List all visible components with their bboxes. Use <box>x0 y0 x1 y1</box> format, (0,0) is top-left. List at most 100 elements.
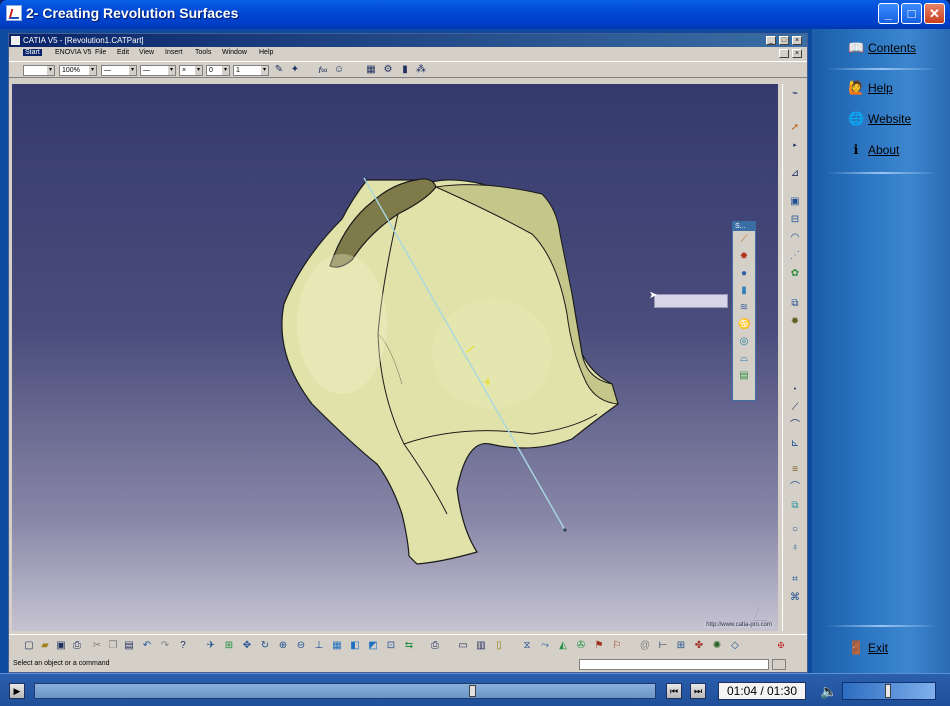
minimize-button[interactable]: _ <box>878 3 899 24</box>
select-icon[interactable]: ➚ <box>789 122 801 134</box>
axis-tool-icon[interactable]: ⟋ <box>789 402 801 414</box>
whats-this-icon[interactable]: ? <box>177 640 189 652</box>
circle-icon[interactable]: ○ <box>789 524 801 536</box>
play-button[interactable]: ▶ <box>9 683 25 699</box>
hide-show-icon[interactable]: ⊡ <box>385 640 397 652</box>
local-update-icon[interactable]: ⚑ <box>593 640 605 652</box>
close-button[interactable]: ✕ <box>924 3 945 24</box>
blend-icon[interactable]: ▤ <box>738 370 750 382</box>
menu-tools[interactable]: Tools <box>195 49 211 56</box>
lock-icon[interactable]: ▯ <box>493 640 505 652</box>
menu-window[interactable]: Window <box>222 49 247 56</box>
multiview-icon[interactable]: ▦ <box>331 640 343 652</box>
properties-icon[interactable]: ✦ <box>289 64 301 76</box>
menu-edit[interactable]: Edit <box>117 49 129 56</box>
join-icon[interactable]: ⧉ <box>789 298 801 310</box>
paste-icon[interactable]: ▤ <box>123 640 135 652</box>
menu-help[interactable]: Help <box>259 49 273 56</box>
zoom-in-icon[interactable]: ⊕ <box>277 640 289 652</box>
print-setup-icon[interactable]: ⎙ <box>429 640 441 652</box>
spline-icon[interactable]: ⌒ <box>789 420 801 432</box>
formula-icon[interactable]: f∞ <box>317 64 329 76</box>
menu-insert[interactable]: Insert <box>165 49 183 56</box>
sphere-icon[interactable]: ● <box>738 268 750 280</box>
offset-icon[interactable]: ≋ <box>738 302 750 314</box>
maximize-button[interactable]: □ <box>901 3 922 24</box>
connect-icon[interactable]: ♁ <box>789 542 801 554</box>
point-icon[interactable]: ▣ <box>789 196 801 208</box>
fit-all-icon[interactable]: ⊞ <box>223 640 235 652</box>
cut-icon[interactable]: ✂ <box>91 640 103 652</box>
linetype-combo[interactable]: — <box>101 65 137 76</box>
update-icon[interactable]: ▮ <box>399 64 411 76</box>
fill-icon[interactable]: ◎ <box>738 336 750 348</box>
analysis-tool-icon[interactable]: ⌘ <box>789 592 801 604</box>
progress-track[interactable] <box>34 683 656 699</box>
save-icon[interactable]: ▣ <box>55 640 67 652</box>
insert-body-icon[interactable]: ✇ <box>575 640 587 652</box>
copy-icon[interactable]: ❐ <box>107 640 119 652</box>
3d-viewport[interactable]: http://www.catia-pro.com ➤ <box>12 84 778 631</box>
link-icon[interactable]: @ <box>639 640 651 652</box>
space-icon[interactable]: ◇ <box>729 640 741 652</box>
doc-restore-button[interactable] <box>779 49 789 58</box>
menu-file[interactable]: File <box>95 49 106 56</box>
command-button[interactable] <box>772 659 786 670</box>
shading-icon[interactable]: ◩ <box>367 640 379 652</box>
linewidth-combo[interactable]: — <box>140 65 176 76</box>
more-icon[interactable]: ▸ <box>789 140 801 152</box>
extrude-icon[interactable]: ⟋ <box>738 234 750 246</box>
command-input[interactable] <box>579 659 769 670</box>
transform-icon[interactable]: ⧉ <box>789 500 801 512</box>
previous-button[interactable]: ⏮ <box>666 683 682 699</box>
measure-icon[interactable]: ▦ <box>365 64 377 76</box>
iso-view-icon[interactable]: ◧ <box>349 640 361 652</box>
new-icon[interactable]: ▢ <box>23 640 35 652</box>
speaker-icon[interactable]: 🔈 <box>820 683 837 700</box>
extract-icon[interactable]: ✿ <box>789 268 801 280</box>
catia-minimize-button[interactable]: _ <box>766 36 776 45</box>
boundary-icon[interactable]: ⌒ <box>789 482 801 494</box>
zoom-out-icon[interactable]: ⊖ <box>295 640 307 652</box>
volume-knob[interactable] <box>885 684 891 698</box>
painter-icon[interactable]: ✎ <box>273 64 285 76</box>
line-icon[interactable]: ⊟ <box>789 214 801 226</box>
fly-icon[interactable]: ✈ <box>205 640 217 652</box>
menu-start[interactable]: Start <box>23 49 42 56</box>
print-icon[interactable]: ⎙ <box>71 640 83 652</box>
point-symbol-combo[interactable]: × <box>179 65 203 76</box>
transparency-combo[interactable]: 100% <box>59 65 97 76</box>
plane-icon[interactable]: ◠ <box>789 232 801 244</box>
redo-icon[interactable]: ↷ <box>159 640 171 652</box>
sketch-icon[interactable]: ⊿ <box>789 168 801 180</box>
parameters-icon[interactable]: ▥ <box>475 640 487 652</box>
snap-icon[interactable]: ✤ <box>693 640 705 652</box>
catia-maximize-button[interactable]: □ <box>779 36 789 45</box>
color-combo[interactable] <box>23 65 55 76</box>
next-button[interactable]: ⏭ <box>690 683 706 699</box>
menu-enovia[interactable]: ENOVIA V5 <box>55 49 92 56</box>
cylinder-icon[interactable]: ▮ <box>738 285 750 297</box>
open-icon[interactable]: ▰ <box>39 640 51 652</box>
progress-thumb[interactable] <box>469 685 476 697</box>
table-icon[interactable]: ▭ <box>457 640 469 652</box>
pan-icon[interactable]: ✥ <box>241 640 253 652</box>
sketcher-icon[interactable]: ⌁ <box>789 88 801 100</box>
normal-view-icon[interactable]: ⊥ <box>313 640 325 652</box>
swap-space-icon[interactable]: ⇆ <box>403 640 415 652</box>
doc-close-button[interactable]: × <box>792 49 802 58</box>
loft-icon[interactable]: ⌓ <box>738 353 750 365</box>
catia-close-button[interactable]: × <box>792 36 802 45</box>
analysis-icon[interactable]: ⁂ <box>415 64 427 76</box>
hierarchy-icon[interactable]: ⊢ <box>657 640 669 652</box>
catalog-icon[interactable]: ⚙ <box>382 64 394 76</box>
dot-icon[interactable]: • <box>789 384 801 396</box>
grid-icon[interactable]: ⊞ <box>675 640 687 652</box>
corner-icon[interactable]: ⊾ <box>789 438 801 450</box>
law-icon[interactable]: ⌗ <box>789 574 801 586</box>
layer-combo[interactable]: 0 <box>206 65 230 76</box>
tools-icon[interactable]: ✺ <box>711 640 723 652</box>
define-object-icon[interactable]: ⤳ <box>539 640 551 652</box>
projection-icon[interactable]: ⋰ <box>789 250 801 262</box>
rendering-combo[interactable]: 1 <box>233 65 269 76</box>
